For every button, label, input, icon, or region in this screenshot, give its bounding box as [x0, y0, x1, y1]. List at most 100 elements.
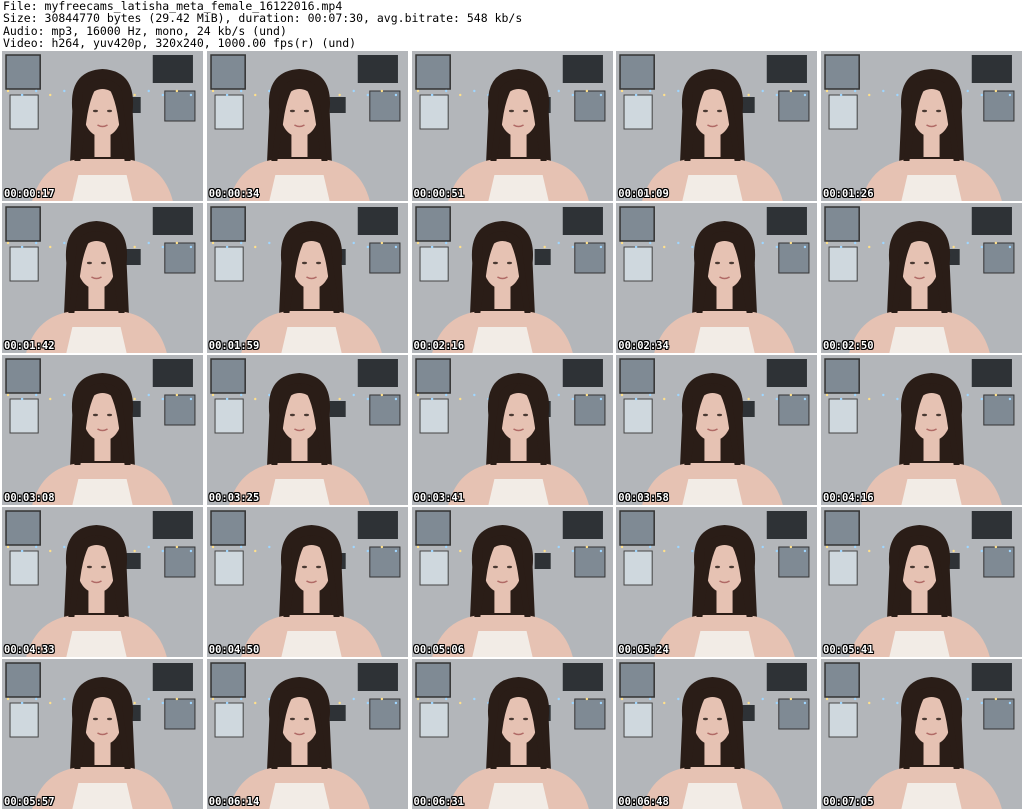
string-light [49, 397, 52, 401]
string-light [1008, 93, 1012, 97]
video-thumbnail: 00:04:16 [821, 355, 1022, 505]
string-light [444, 241, 447, 245]
string-light [444, 697, 447, 701]
wall-card [9, 94, 39, 130]
string-light [6, 393, 10, 397]
top-garment [281, 631, 342, 657]
wall-card [214, 398, 244, 434]
thumbnail-grid: 00:00:17 00:00:34 00:00:51 00:01:09 00:01:26… [2, 51, 1022, 809]
frame-scene-image [821, 659, 1022, 809]
wall-frame [357, 663, 398, 691]
eye [936, 717, 942, 721]
string-light [677, 241, 680, 245]
eye [909, 565, 915, 569]
string-light [253, 397, 257, 401]
string-light [839, 93, 843, 97]
thumbnail-timestamp: 00:02:50 [823, 340, 874, 352]
string-light [352, 697, 355, 701]
string-light [882, 545, 885, 549]
string-light [133, 701, 136, 705]
string-light [20, 701, 24, 705]
wall-frame [329, 97, 346, 113]
wall-poster [5, 54, 41, 90]
string-light [677, 545, 680, 549]
string-light [147, 697, 150, 701]
string-light [394, 93, 397, 97]
string-light [649, 89, 652, 93]
wall-card [828, 550, 858, 586]
string-light [585, 545, 588, 549]
top-garment [66, 327, 127, 353]
top-garment [269, 479, 330, 505]
string-light [557, 393, 560, 397]
top-garment [682, 783, 743, 809]
string-light [803, 397, 807, 401]
string-light [868, 93, 871, 97]
top-garment [889, 327, 950, 353]
wall-frame [152, 663, 193, 691]
thumbnail-timestamp: 00:01:42 [4, 340, 55, 352]
string-light [635, 93, 638, 97]
string-light [882, 241, 885, 245]
eye [508, 717, 514, 721]
eye [715, 261, 721, 265]
string-light [225, 397, 229, 401]
string-light [1008, 549, 1012, 553]
string-light [394, 701, 397, 705]
frame-scene-image [821, 355, 1022, 505]
wall-card [9, 246, 39, 282]
top-garment [269, 175, 330, 201]
top-garment [694, 631, 755, 657]
eye [301, 261, 307, 265]
video-thumbnail: 00:02:16 [411, 203, 613, 353]
string-light [416, 393, 419, 397]
top-garment [471, 631, 533, 657]
wall-card [623, 550, 653, 586]
string-light [803, 245, 807, 249]
wall-poster [5, 358, 41, 394]
string-light [825, 545, 829, 549]
frame-scene-image [206, 507, 408, 657]
video-thumbnail: 00:04:33 [2, 507, 203, 657]
wall-frame [562, 359, 603, 387]
top-garment [471, 327, 533, 353]
eye [289, 717, 295, 721]
string-light [825, 697, 829, 701]
string-light [980, 397, 984, 401]
wall-frame [357, 207, 398, 235]
wall-poster [824, 358, 860, 394]
wall-poster [824, 54, 860, 90]
eye [703, 109, 709, 113]
eye [289, 413, 295, 417]
wall-card [828, 702, 858, 738]
frame-scene-image [411, 51, 613, 201]
eye [522, 109, 528, 113]
thumbnail-timestamp: 00:04:33 [4, 644, 55, 656]
string-light [775, 93, 779, 97]
eye [315, 565, 321, 569]
string-light [635, 549, 638, 553]
string-light [225, 93, 229, 97]
string-light [868, 397, 871, 401]
string-light [980, 549, 984, 553]
frame-scene-image [616, 659, 818, 809]
string-light [225, 701, 229, 705]
string-light [133, 549, 136, 553]
file-info-header: File: myfreecams_latisha_meta_female_161… [3, 0, 1021, 50]
string-light [366, 701, 369, 705]
string-light [175, 241, 179, 245]
top-garment [66, 631, 127, 657]
video-thumbnail: 00:06:31 [411, 659, 613, 809]
top-garment [72, 175, 133, 201]
string-light [49, 549, 52, 553]
wall-card [9, 550, 39, 586]
string-light [621, 89, 624, 93]
string-light [896, 701, 899, 705]
string-light [747, 701, 751, 705]
wall-poster [824, 206, 860, 242]
eye [717, 109, 723, 113]
string-light [761, 89, 765, 93]
eye [729, 261, 735, 265]
frame-scene-image [821, 51, 1022, 201]
eye [86, 565, 92, 569]
